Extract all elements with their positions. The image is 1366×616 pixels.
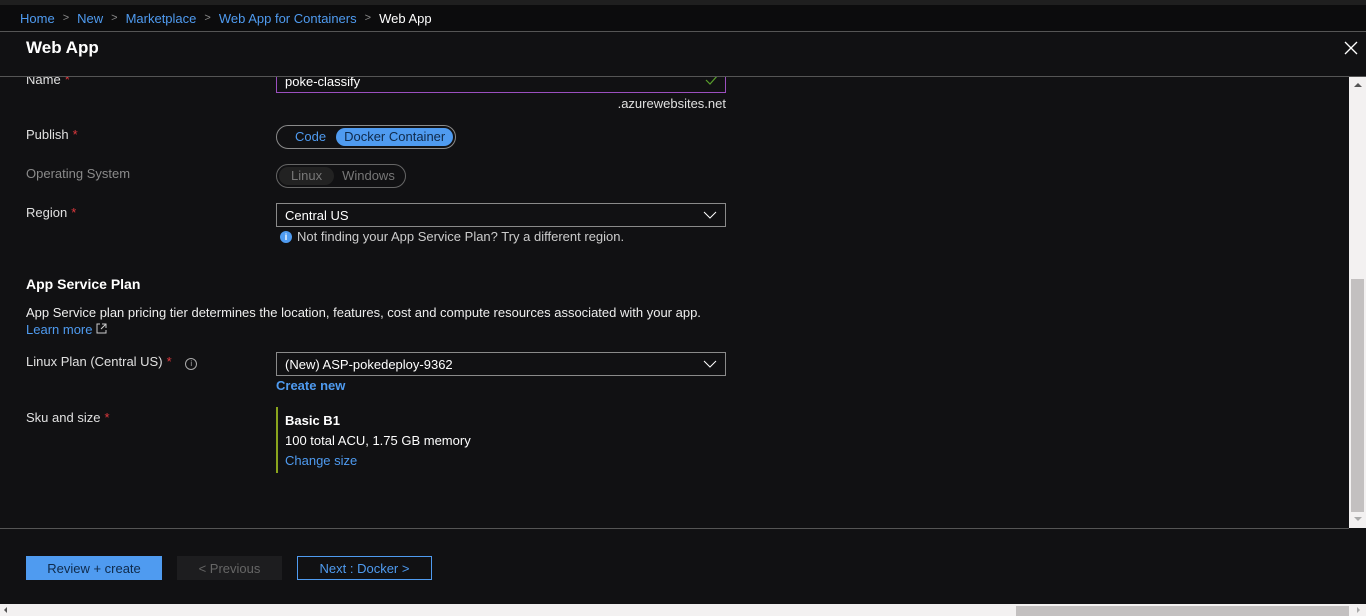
name-suffix: .azurewebsites.net (617, 96, 726, 111)
publish-option-code[interactable]: Code (279, 128, 336, 146)
learn-more-link[interactable]: Learn more (26, 322, 107, 337)
info-circle-icon[interactable]: i (185, 358, 198, 370)
name-input[interactable]: poke-classify (276, 77, 726, 93)
plan-label: Linux Plan (Central US) * i (26, 354, 198, 370)
horizontal-scrollbar[interactable] (0, 604, 1366, 616)
breadcrumb-marketplace[interactable]: Marketplace (126, 11, 197, 26)
vertical-scroll-thumb[interactable] (1351, 279, 1364, 512)
os-option-linux[interactable]: Linux (279, 167, 335, 185)
sku-name: Basic B1 (285, 413, 340, 428)
asp-description: App Service plan pricing tier determines… (26, 305, 701, 320)
form-content: Name * poke-classify .azurewebsites.net P… (0, 77, 1349, 528)
breadcrumb: Home > New > Marketplace > Web App for Cont… (0, 5, 1366, 31)
plan-select[interactable]: (New) ASP-pokedeploy-9362 (276, 352, 726, 376)
region-hint: i Not finding your App Service Plan? Try… (280, 229, 624, 244)
publish-option-docker[interactable]: Docker Container (336, 128, 454, 146)
info-icon: i (280, 230, 292, 243)
vertical-scrollbar[interactable] (1349, 77, 1366, 528)
publish-label: Publish * (26, 127, 78, 142)
sku-card: Basic B1 100 total ACU, 1.75 GB memory C… (276, 407, 471, 473)
region-select[interactable]: Central US (276, 203, 726, 227)
footer: Review + create < Previous Next : Docker… (0, 528, 1349, 604)
external-link-icon (96, 323, 107, 334)
chevron-right-icon: > (204, 12, 211, 24)
sku-description: 100 total ACU, 1.75 GB memory (285, 433, 471, 448)
region-label: Region * (26, 205, 77, 220)
scroll-down-icon[interactable] (1354, 517, 1362, 521)
publish-toggle: Code Docker Container (276, 125, 457, 149)
blade-header: Web App (0, 31, 1366, 77)
chevron-down-icon (703, 360, 717, 368)
sku-label: Sku and size * (26, 410, 110, 425)
asp-heading: App Service Plan (26, 276, 141, 292)
chevron-right-icon: > (62, 12, 70, 24)
breadcrumb-new[interactable]: New (77, 11, 103, 26)
check-icon (705, 77, 718, 85)
os-label: Operating System (26, 166, 131, 181)
review-create-button[interactable]: Review + create (26, 556, 162, 580)
page-title: Web App (26, 38, 99, 57)
scroll-left-icon[interactable] (4, 607, 7, 613)
create-new-link[interactable]: Create new (276, 378, 345, 393)
breadcrumb-current: Web App (379, 10, 432, 26)
scroll-right-icon[interactable] (1357, 607, 1360, 613)
chevron-down-icon (703, 211, 717, 219)
change-size-link[interactable]: Change size (285, 453, 471, 468)
horizontal-scroll-thumb[interactable] (1016, 606, 1349, 616)
chevron-right-icon: > (111, 12, 118, 24)
breadcrumb-home[interactable]: Home (20, 11, 55, 26)
scroll-up-icon[interactable] (1354, 83, 1362, 87)
name-label: Name * (26, 77, 70, 87)
chevron-right-icon: > (364, 12, 372, 24)
breadcrumb-web-app-containers[interactable]: Web App for Containers (219, 11, 357, 26)
next-docker-button[interactable]: Next : Docker > (297, 556, 432, 580)
os-option-windows[interactable]: Windows (334, 167, 403, 185)
close-icon[interactable] (1342, 39, 1360, 57)
previous-button[interactable]: < Previous (177, 556, 282, 580)
os-toggle: Linux Windows (276, 164, 406, 188)
